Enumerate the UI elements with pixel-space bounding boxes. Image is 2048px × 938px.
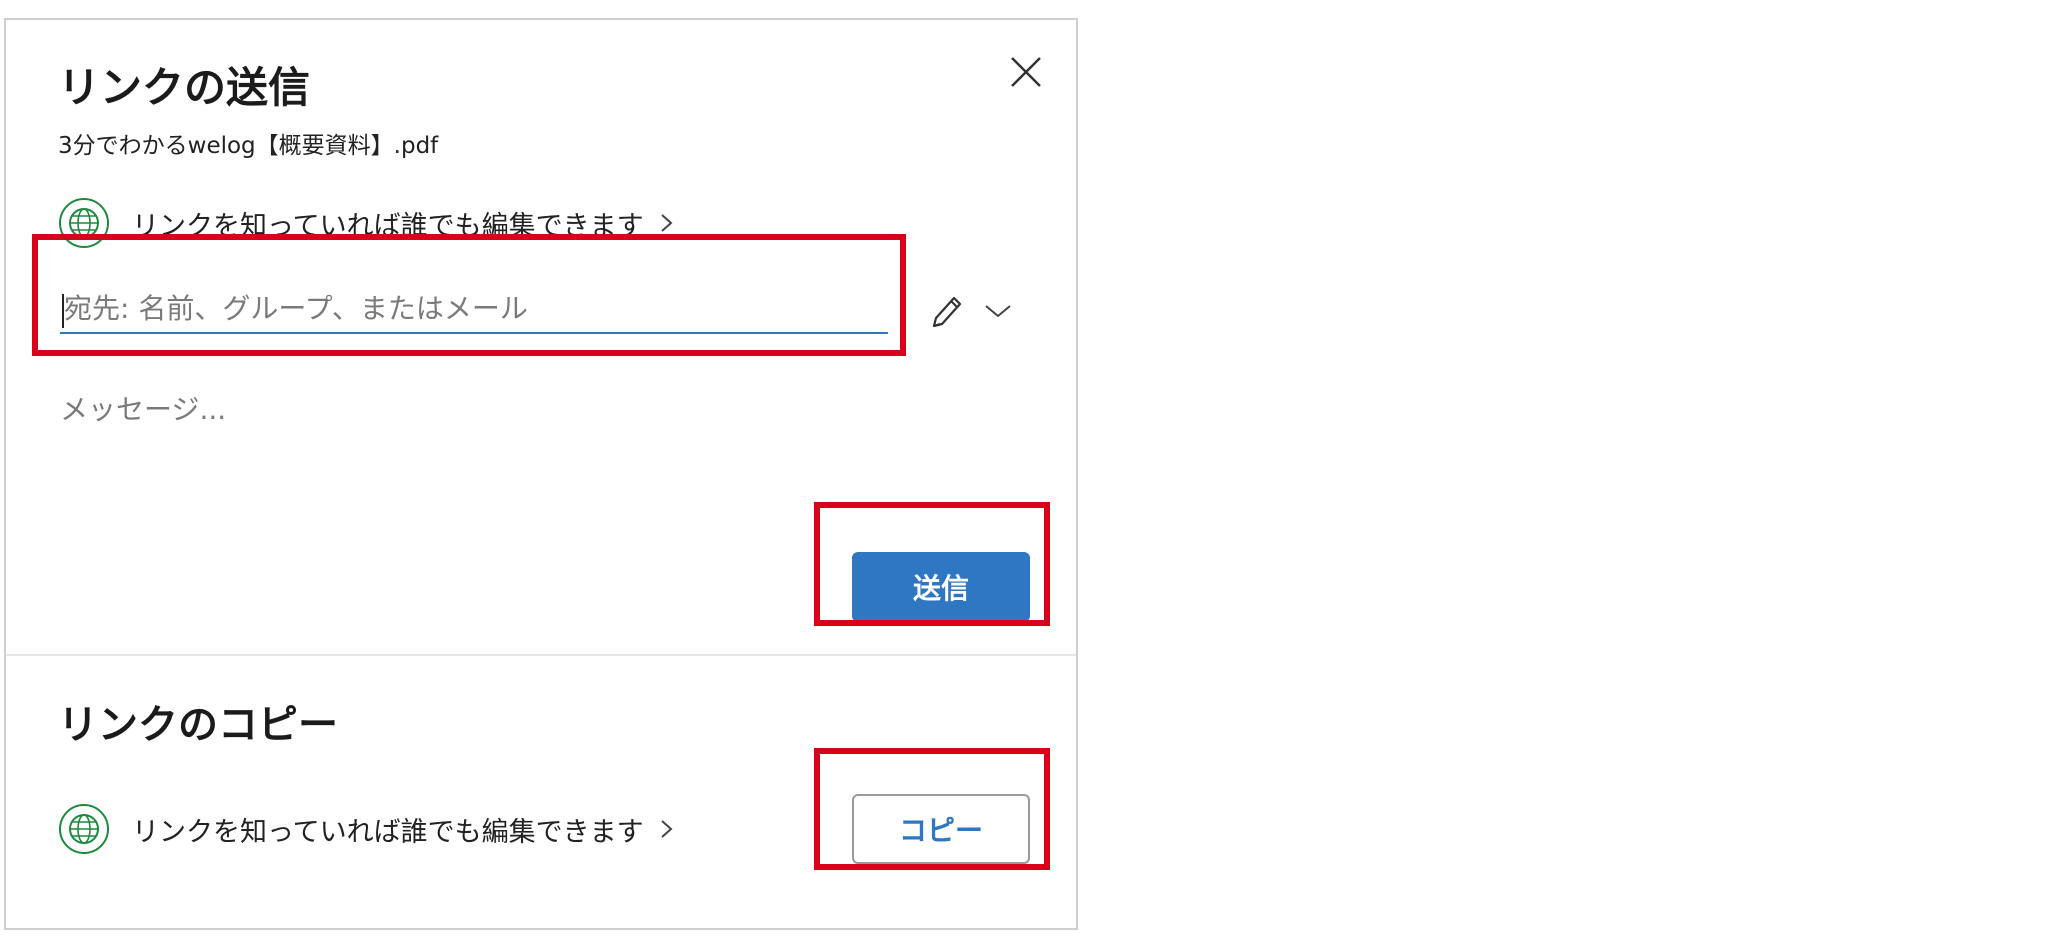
dialog-title: リンクの送信 bbox=[58, 63, 311, 112]
file-name: 3分でわかるwelog【概要資料】.pdf bbox=[58, 133, 439, 159]
recipient-input[interactable] bbox=[60, 284, 888, 334]
edit-permission-button[interactable] bbox=[926, 290, 966, 334]
link-permission-setting[interactable]: リンクを知っていれば誰でも編集できます bbox=[58, 196, 676, 250]
close-icon bbox=[1011, 57, 1041, 87]
chevron-down-icon bbox=[985, 305, 1011, 318]
text-caret bbox=[62, 294, 64, 328]
chevron-right-icon bbox=[660, 820, 673, 838]
copy-button[interactable]: コピー bbox=[852, 794, 1030, 864]
close-button[interactable] bbox=[1004, 50, 1048, 94]
permission-text: リンクを知っていれば誰でも編集できます bbox=[132, 210, 644, 242]
globe-icon bbox=[59, 198, 109, 248]
copy-link-permission-setting[interactable]: リンクを知っていれば誰でも編集できます bbox=[58, 802, 676, 856]
globe-icon bbox=[59, 804, 109, 854]
permission-dropdown-button[interactable] bbox=[982, 298, 1014, 324]
section-divider bbox=[6, 654, 1076, 656]
chevron-right-icon bbox=[660, 214, 673, 232]
share-link-dialog: リンクの送信 3分でわかるwelog【概要資料】.pdf リンクを知っていれば誰… bbox=[4, 18, 1078, 930]
message-input[interactable] bbox=[60, 388, 980, 488]
copy-section-title: リンクのコピー bbox=[58, 702, 338, 748]
pencil-icon bbox=[932, 296, 962, 328]
permission-text: リンクを知っていれば誰でも編集できます bbox=[132, 816, 644, 848]
send-button[interactable]: 送信 bbox=[852, 552, 1030, 622]
